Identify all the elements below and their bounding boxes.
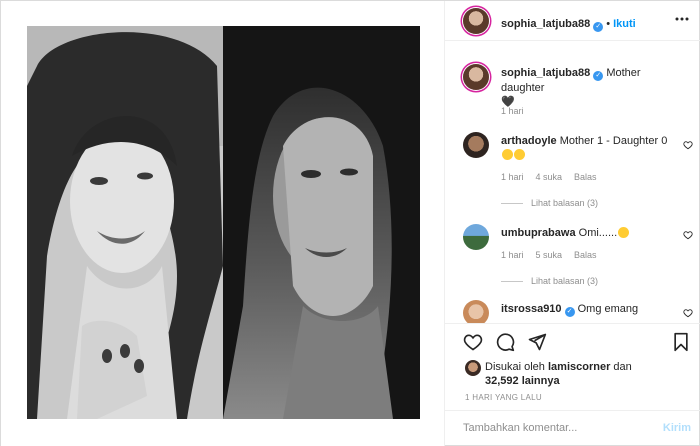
comment-likes[interactable]: 4 suka [536,172,563,182]
caption-avatar[interactable] [463,64,489,90]
comment-meta: 1 hari 5 suka Balas [501,248,609,262]
post-media[interactable] [1,1,445,446]
verified-icon: ✓ [593,22,604,32]
instagram-post: sophia_latjuba88 ✓ • Ikuti sophia_latjuba88… [0,0,700,446]
caption-text-block: sophia_latjuba88 ✓ Mother daughter 🖤 [501,66,673,109]
likes-count[interactable]: 32,592 lainnya [485,375,560,387]
comment-text-block: arthadoyle Mother 1 - Daughter 0 [501,134,673,162]
comment-icon[interactable] [495,332,515,352]
like-comment-heart-icon[interactable] [683,308,693,318]
reply-button[interactable]: Balas [574,250,597,260]
post-comment-button[interactable]: Kirim [663,422,691,434]
commenter-username[interactable]: arthadoyle [501,135,557,147]
commenter-username[interactable]: umbuprabawa [501,227,576,239]
bookmark-icon[interactable] [671,332,691,352]
comment-composer: Kirim [445,410,700,444]
caption: sophia_latjuba88 ✓ Mother daughter 🖤 1 ha… [463,62,693,122]
smiling-emoji [618,227,630,238]
comment-text-block: umbuprabawa Omi...... [501,226,673,240]
photo-mother-image [27,26,223,419]
comment-item: itsrossa910 ✓ Omg emang [463,300,693,323]
commenter-avatar[interactable] [463,300,489,323]
comment-item: umbuprabawa Omi...... 1 hari 5 suka Balas … [463,222,693,302]
likes-text: Disukai oleh lamiscorner dan 32,592 lain… [485,360,685,388]
likes-prefix: Disukai oleh [485,361,545,373]
post-sidebar: sophia_latjuba88 ✓ • Ikuti sophia_latjuba88… [445,1,700,446]
comment-meta: 1 hari 4 suka Balas [501,170,609,184]
comment-text: Mother 1 - Daughter 0 [559,135,668,147]
reply-button[interactable]: Balas [574,172,597,182]
comments-list[interactable]: sophia_latjuba88 ✓ Mother daughter 🖤 1 ha… [445,42,700,323]
commenter-avatar[interactable] [463,132,489,158]
comment-text: Omg emang [577,303,639,315]
comment-likes[interactable]: 5 suka [536,250,563,260]
view-replies-button[interactable]: Lihat balasan (3) [501,274,598,288]
commenter-username[interactable]: itsrossa910 [501,303,562,315]
post-header: sophia_latjuba88 ✓ • Ikuti [445,1,700,41]
author-username[interactable]: sophia_latjuba88 [501,18,590,30]
comment-time[interactable]: 1 hari [501,172,524,182]
more-options-icon[interactable] [675,17,689,21]
photo-daughter [223,26,420,419]
comment-time[interactable]: 1 hari [501,250,524,260]
laughing-emoji [502,149,513,160]
like-comment-heart-icon[interactable] [683,140,693,150]
post-actions: Disukai oleh lamiscorner dan 32,592 lain… [445,323,700,443]
follow-button[interactable]: Ikuti [613,18,636,30]
author-avatar[interactable] [463,8,489,34]
verified-icon: ✓ [564,307,575,317]
laughing-emoji [514,149,525,160]
caption-username[interactable]: sophia_latjuba88 [501,67,590,79]
liker-username[interactable]: lamiscorner [548,361,610,373]
liker-avatar[interactable] [465,360,481,376]
share-icon[interactable] [527,332,547,352]
photo-mother [27,26,223,419]
verified-icon: ✓ [593,71,604,81]
comment-text: Omi...... [578,227,618,239]
post-timestamp[interactable]: 1 HARI YANG LALU [465,393,542,402]
header-identity: sophia_latjuba88 ✓ • Ikuti [501,14,636,32]
view-replies-button[interactable]: Lihat balasan (3) [501,196,598,210]
comment-text-block: itsrossa910 ✓ Omg emang [501,302,673,317]
separator-dot: • [606,18,611,30]
heart-icon[interactable] [463,332,483,352]
comment-item: arthadoyle Mother 1 - Daughter 0 1 hari 4… [463,130,693,210]
caption-meta: 1 hari [501,104,536,118]
commenter-avatar[interactable] [463,224,489,250]
likes-suffix: dan [613,361,632,373]
comment-input[interactable] [463,418,653,438]
like-comment-heart-icon[interactable] [683,230,693,240]
caption-time[interactable]: 1 hari [501,106,524,116]
photo-daughter-image [223,26,420,419]
